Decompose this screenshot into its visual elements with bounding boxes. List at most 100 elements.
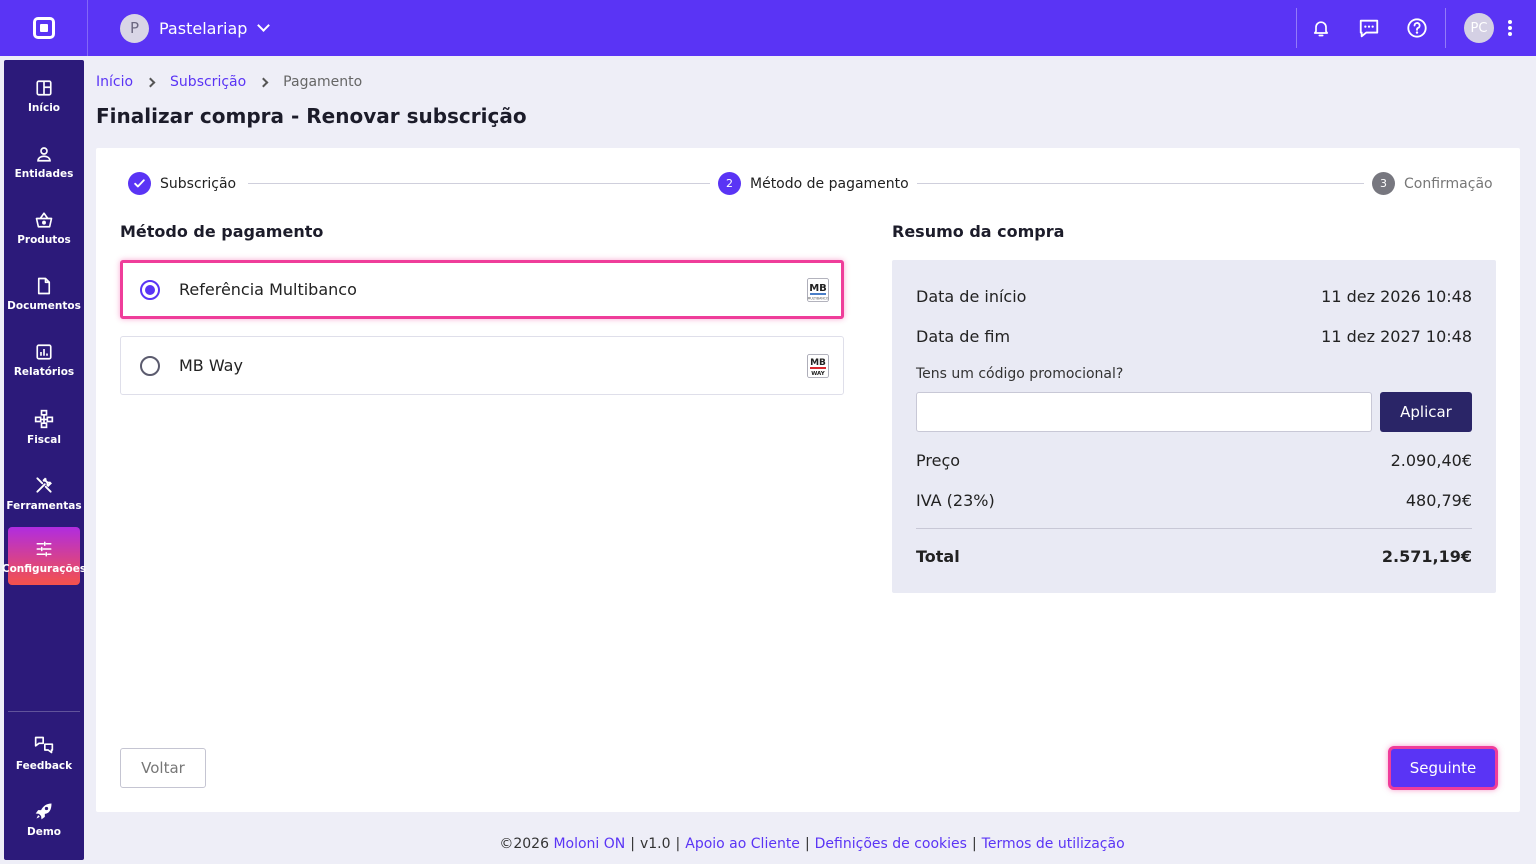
footer-separator: |: [804, 836, 810, 852]
hierarchy-icon: [34, 409, 54, 429]
logo-subtext: MULTIBANCO: [808, 296, 829, 300]
summary-value: 2.571,19€: [1381, 547, 1472, 566]
messages-button[interactable]: [1345, 0, 1393, 56]
sidebar-item-documentos[interactable]: Documentos: [7, 264, 81, 322]
next-button[interactable]: Seguinte: [1388, 746, 1498, 790]
breadcrumb-link-inicio[interactable]: Início: [96, 74, 133, 90]
summary-label: IVA (23%): [916, 491, 995, 510]
sidebar-item-configuracoes[interactable]: Configurações: [2, 527, 86, 585]
breadcrumb: Início Subscrição Pagamento: [96, 74, 362, 90]
divider: [1445, 8, 1446, 48]
checkout-card: Subscrição 2 Método de pagamento 3 Confi…: [96, 148, 1520, 812]
stepper-line: [910, 183, 1370, 184]
payment-option-label: MB Way: [179, 356, 243, 375]
sidebar-item-label: Relatórios: [13, 366, 75, 378]
bell-icon: [1313, 21, 1329, 37]
sidebar-item-label: Configurações: [1, 563, 87, 575]
sidebar-divider: [8, 711, 80, 712]
summary-value: 2.090,40€: [1390, 451, 1472, 470]
summary-row-price: Preço 2.090,40€: [916, 451, 1472, 470]
summary-value: 480,79€: [1405, 491, 1472, 510]
payment-option-multibanco[interactable]: Referência Multibanco MB MULTIBANCO: [120, 260, 844, 319]
summary-label: Total: [916, 547, 960, 566]
radio-dot: [145, 284, 155, 295]
rocket-icon: [35, 803, 52, 820]
summary-title: Resumo da compra: [892, 222, 1065, 241]
footer-version: v1.0: [639, 836, 671, 852]
sidebar-item-label: Fiscal: [27, 434, 61, 446]
sidebar-item-produtos[interactable]: Produtos: [8, 198, 80, 256]
help-button[interactable]: [1393, 0, 1441, 56]
chevron-down-icon: [257, 19, 271, 32]
tools-icon: [36, 477, 52, 493]
step-number: 2: [718, 172, 741, 195]
summary-row-end-date: Data de fim 11 dez 2027 10:48: [916, 327, 1472, 346]
apply-button[interactable]: Aplicar: [1380, 392, 1472, 432]
sidebar-item-feedback[interactable]: Feedback: [8, 722, 80, 780]
sidebar-item-relatorios[interactable]: Relatórios: [8, 330, 80, 388]
summary-label: Data de fim: [916, 327, 1011, 346]
company-avatar: P: [120, 13, 149, 43]
company-switcher[interactable]: P Pastelariap: [120, 13, 271, 43]
user-avatar[interactable]: PC: [1464, 13, 1494, 43]
footer-link-terms[interactable]: Termos de utilização: [982, 836, 1125, 852]
summary-row-start-date: Data de início 11 dez 2026 10:48: [916, 287, 1472, 306]
logo-text: MB: [809, 283, 827, 294]
footer-copyright: ©2026: [499, 836, 549, 852]
step-number: 3: [1372, 172, 1395, 195]
footer-link-cookies[interactable]: Definições de cookies: [815, 836, 967, 852]
chevron-right-icon: [258, 77, 269, 87]
user-menu-button[interactable]: [1498, 19, 1522, 37]
radio-button[interactable]: [140, 355, 160, 376]
summary-value: 11 dez 2026 10:48: [1321, 287, 1472, 306]
chart-icon: [36, 344, 52, 360]
footer-separator: |: [630, 836, 635, 852]
sidebar-item-ferramentas[interactable]: Ferramentas: [6, 462, 82, 520]
step-label: Subscrição: [160, 175, 237, 192]
summary-row-total: Total 2.571,19€: [916, 547, 1472, 566]
breadcrumb-link-subscricao[interactable]: Subscrição: [170, 74, 246, 90]
multibanco-logo-icon: MB MULTIBANCO: [807, 277, 829, 302]
purchase-summary: Data de início 11 dez 2026 10:48 Data de…: [892, 260, 1496, 593]
sidebar-item-fiscal[interactable]: Fiscal: [8, 396, 80, 454]
breadcrumb-current: Pagamento: [283, 74, 363, 90]
summary-label: Preço: [916, 451, 961, 470]
payment-option-label: Referência Multibanco: [179, 280, 357, 299]
check-icon: [128, 172, 151, 195]
back-button[interactable]: Voltar: [120, 748, 206, 788]
step-label: Método de pagamento: [750, 175, 909, 192]
basket-icon: [35, 212, 53, 228]
sidebar-item-label: Ferramentas: [6, 500, 82, 512]
footer-separator: |: [971, 836, 977, 852]
footer-separator: |: [675, 836, 681, 852]
step-confirmacao: 3 Confirmação: [1364, 172, 1493, 195]
summary-row-vat: IVA (23%) 480,79€: [916, 491, 1472, 510]
step-label: Confirmação: [1404, 175, 1493, 192]
footer-link-support[interactable]: Apoio ao Cliente: [685, 836, 800, 852]
summary-label: Data de início: [916, 287, 1027, 306]
app-logo[interactable]: [0, 0, 88, 56]
chevron-right-icon: [145, 77, 156, 87]
sidebar-item-inicio[interactable]: Início: [8, 66, 80, 124]
radio-button[interactable]: [140, 279, 160, 300]
payment-method-title: Método de pagamento: [120, 222, 324, 241]
document-icon: [37, 277, 51, 295]
sidebar-item-label: Feedback: [15, 760, 73, 772]
sidebar-item-label: Início: [27, 102, 61, 114]
user-icon: [37, 147, 51, 162]
stepper: Subscrição 2 Método de pagamento 3 Confi…: [128, 172, 1493, 196]
sidebar-item-entidades[interactable]: Entidades: [8, 132, 80, 190]
sidebar-item-label: Entidades: [14, 168, 74, 180]
promo-code-input[interactable]: [916, 392, 1372, 432]
chat-icon: [1359, 19, 1379, 38]
page-title: Finalizar compra - Renovar subscrição: [96, 104, 527, 128]
kebab-menu-icon: [1508, 20, 1512, 36]
notifications-button[interactable]: [1297, 0, 1345, 56]
sidebar: Início Entidades Produtos Documentos Rel…: [2, 60, 86, 860]
sliders-icon: [36, 541, 52, 557]
payment-option-mbway[interactable]: MB Way MB WAY: [120, 336, 844, 395]
footer-link-brand[interactable]: Moloni ON: [553, 836, 625, 852]
mbway-logo-icon: MB WAY: [807, 353, 829, 378]
feedback-icon: [34, 736, 54, 754]
stepper-line: [248, 183, 718, 184]
